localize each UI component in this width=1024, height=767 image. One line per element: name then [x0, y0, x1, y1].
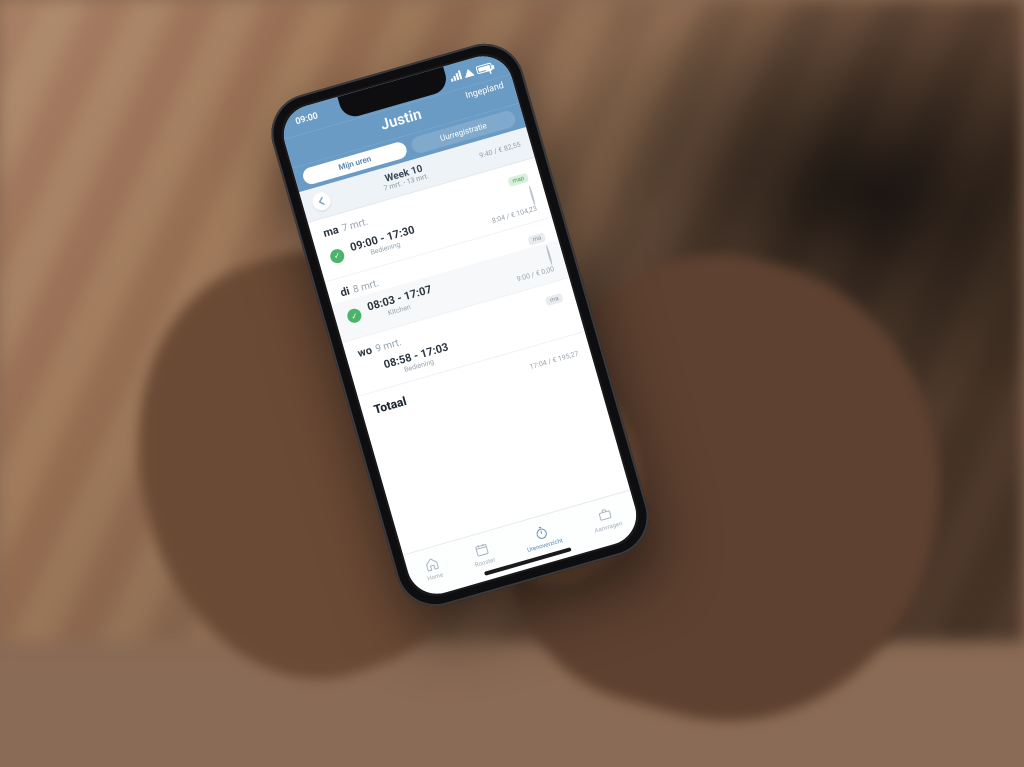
spacer: [364, 371, 377, 375]
shift-hours: 9:00 / € 0,00: [516, 265, 555, 283]
tab-rooster[interactable]: Rooster: [469, 539, 496, 569]
calendar-icon: [472, 540, 492, 560]
day-of-week: di: [339, 285, 351, 300]
tab-home[interactable]: Home: [422, 554, 444, 582]
clock-icon: [528, 185, 536, 206]
signal-icon: [449, 71, 462, 82]
day-of-week: wo: [356, 343, 373, 359]
home-icon: [422, 554, 442, 574]
total-label: Totaal: [372, 394, 408, 417]
wifi-icon: [463, 68, 475, 78]
week-prev-button[interactable]: [311, 191, 333, 213]
tab-aanvragen[interactable]: Aanvragen: [589, 503, 623, 535]
shift-hours: 8:04 / € 104,23: [491, 205, 538, 226]
stopwatch-icon: [531, 523, 551, 543]
week-summary: 9:40 / € 82,55: [479, 141, 522, 160]
check-icon: ✓: [346, 307, 363, 324]
shift-meta: 9:00 / € 0,00: [511, 247, 556, 283]
shift-meta: 8:04 / € 104,23: [486, 187, 538, 225]
check-icon: ✓: [329, 247, 346, 264]
status-time: 09:00: [294, 111, 319, 127]
total-value: 17:04 / € 195,27: [529, 350, 580, 372]
briefcase-icon: [595, 505, 615, 525]
clock-icon: [545, 245, 553, 266]
chevron-left-icon: [318, 197, 326, 206]
tab-label: Home: [427, 571, 444, 582]
tab-uren[interactable]: Urenoverzicht: [522, 520, 564, 554]
